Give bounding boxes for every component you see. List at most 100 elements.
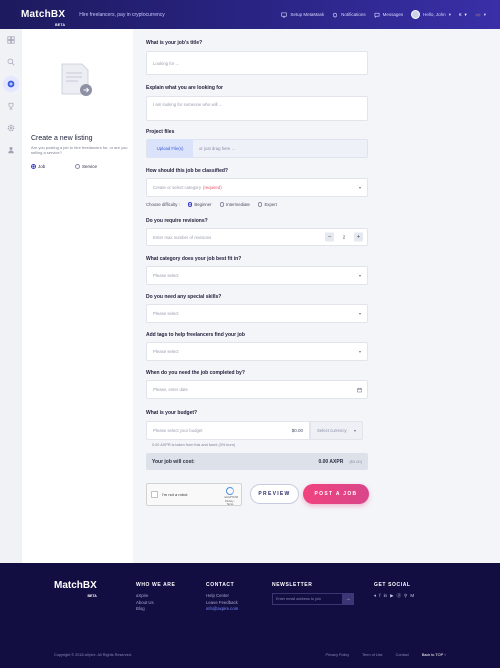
recaptcha-icon [226, 487, 234, 495]
category-classify-select[interactable]: Create or select category (required) [146, 178, 368, 197]
date-question: When do you need the job completed by? [146, 370, 245, 376]
newsletter-submit-button[interactable]: → [342, 593, 354, 605]
recaptcha-terms[interactable]: Privacy - Terms [224, 500, 236, 506]
panel-title: Create a new listing [31, 135, 93, 142]
nav-setup-metamask[interactable]: Setup MetaMask [281, 12, 324, 18]
difficulty-intermediate[interactable]: Intermediate [219, 202, 250, 207]
footer-social: GET SOCIAL ♦ f in ▶ ⓓ ⚲ M [374, 582, 414, 599]
increment-button[interactable]: + [354, 232, 363, 242]
placeholder: I am looking for someone who will ... [153, 102, 223, 107]
medium-icon[interactable]: M [410, 593, 414, 599]
panel-description: Are you posting a job to hire freelancer… [31, 145, 128, 155]
footer-link-help[interactable]: Help Center [206, 593, 238, 598]
file-dropzone[interactable]: Upload File(s) or just drag here ... [146, 139, 368, 158]
terms-link[interactable]: Term of Use [362, 653, 382, 657]
footer-bottom-bar: Copyright © 2018 aXpire. All Rights Rese… [54, 653, 446, 657]
user-menu[interactable]: Hello, John ▾ [411, 10, 451, 19]
calendar-icon[interactable] [357, 387, 362, 392]
currency-selector[interactable]: € ▾ [459, 12, 467, 18]
user-icon[interactable] [7, 146, 15, 154]
tags-select[interactable]: Please select [146, 342, 368, 361]
icon-rail [0, 29, 22, 563]
telegram-icon[interactable]: ♦ [374, 593, 376, 599]
radio-label: Beginner [194, 202, 212, 207]
language-selector[interactable]: ▾ [475, 12, 486, 18]
logo-text: MatchBX [54, 580, 97, 591]
budget-input[interactable]: Please select your budget $0.00 [146, 421, 310, 440]
cost-usd: ($0.00) [349, 459, 362, 464]
category-select[interactable]: Please select [146, 266, 368, 285]
footer-link-about[interactable]: About Us [136, 600, 175, 605]
placeholder: Please select [153, 273, 179, 278]
github-icon[interactable]: ⚲ [404, 593, 407, 599]
budget-usd-value: $0.00 [291, 428, 303, 433]
placeholder: Please select your budget [153, 428, 203, 433]
captcha-checkbox[interactable] [151, 491, 158, 498]
footer-newsletter: NEWSLETTER Enter email address to join → [272, 582, 354, 605]
avatar [411, 10, 421, 19]
add-listing-icon[interactable] [7, 80, 15, 88]
burn-note: 0.00 AXPR is taken from this and burnt (… [152, 443, 236, 447]
top-header: MatchBX BETA Hire freelancers, pay in cr… [0, 0, 500, 29]
footer-heading: WHO WE ARE [136, 582, 176, 588]
chevron-down-icon: ▾ [464, 11, 467, 17]
revisions-field[interactable]: Enter max number of revisions − 2 + [146, 228, 368, 246]
total-cost-bar: Your job will cost: 0.00 AXPR ($0.00) [146, 453, 368, 470]
radio-label: Service [82, 164, 98, 169]
footer-link-email[interactable]: info@axpire.com [206, 606, 238, 611]
reddit-icon[interactable]: ⓓ [397, 593, 402, 599]
recaptcha-brand: reCAPTCHA [224, 496, 239, 499]
radio-service[interactable]: Service [75, 164, 97, 169]
footer-link-axpire[interactable]: aXpire [136, 593, 175, 598]
placeholder: Create or select category [153, 185, 202, 190]
footer-legal-links: Privacy Policy Term of Use Contact Back … [326, 653, 446, 657]
footer-logo[interactable]: MatchBX BETA [54, 580, 97, 599]
currency-select[interactable]: Select currency [310, 421, 363, 440]
header-nav: Setup MetaMask Notifications Messages He… [281, 10, 486, 19]
date-input[interactable]: Please, enter date [146, 380, 368, 399]
dashboard-icon[interactable] [7, 36, 15, 44]
cost-amount: 0.00 AXPR [318, 458, 344, 465]
radio-job[interactable]: Job [31, 164, 45, 169]
budget-row: Please select your budget $0.00 Select c… [146, 421, 368, 440]
radio-circle [257, 202, 263, 207]
nav-messages[interactable]: Messages [374, 12, 403, 18]
placeholder: Enter email address to join [276, 597, 321, 601]
nav-label: Setup MetaMask [290, 12, 325, 17]
nav-notifications[interactable]: Notifications [332, 12, 366, 18]
decrement-button[interactable]: − [325, 232, 334, 242]
revisions-value[interactable]: 2 [340, 235, 348, 240]
difficulty-expert[interactable]: Expert [257, 202, 277, 207]
preview-button[interactable]: PREVIEW [250, 484, 299, 504]
newsletter-email-input[interactable]: Enter email address to join [272, 593, 342, 605]
facebook-icon[interactable]: f [379, 593, 380, 599]
difficulty-beginner[interactable]: Beginner [187, 202, 212, 207]
contact-link[interactable]: Contact [396, 653, 409, 657]
chevron-down-icon [354, 429, 356, 432]
chevron-down-icon: ▾ [483, 11, 486, 17]
social-icons: ♦ f in ▶ ⓓ ⚲ M [374, 593, 414, 599]
footer-link-blog[interactable]: Blog [136, 606, 175, 611]
post-job-button[interactable]: POST A JOB [303, 484, 369, 504]
footer-heading: CONTACT [206, 582, 235, 588]
beta-badge: BETA [87, 594, 97, 598]
revisions-stepper: − 2 + [325, 232, 363, 242]
youtube-icon[interactable]: ▶ [390, 593, 393, 599]
skills-select[interactable]: Please select [146, 304, 368, 323]
description-textarea[interactable]: I am looking for someone who will ... [146, 96, 368, 121]
logo[interactable]: MatchBX BETA [21, 9, 65, 27]
gear-icon[interactable] [7, 124, 15, 132]
linkedin-icon[interactable]: in [384, 593, 388, 599]
monitor-icon [281, 12, 288, 17]
privacy-policy-link[interactable]: Privacy Policy [326, 653, 350, 657]
footer-link-feedback[interactable]: Leave Feedback [206, 600, 238, 605]
trophy-icon[interactable] [7, 102, 15, 110]
footer: MatchBX BETA WHO WE ARE aXpire About Us … [0, 563, 500, 668]
copyright: Copyright © 2018 aXpire. All Rights Rese… [54, 653, 132, 657]
job-title-input[interactable]: Looking for ... [146, 51, 368, 75]
back-to-top-link[interactable]: Back to TOP ↑ [422, 653, 446, 657]
search-icon[interactable] [7, 58, 15, 66]
files-question: Project files [146, 129, 175, 135]
placeholder: Please, enter date [153, 387, 188, 392]
upload-files-button[interactable]: Upload File(s) [147, 139, 193, 158]
